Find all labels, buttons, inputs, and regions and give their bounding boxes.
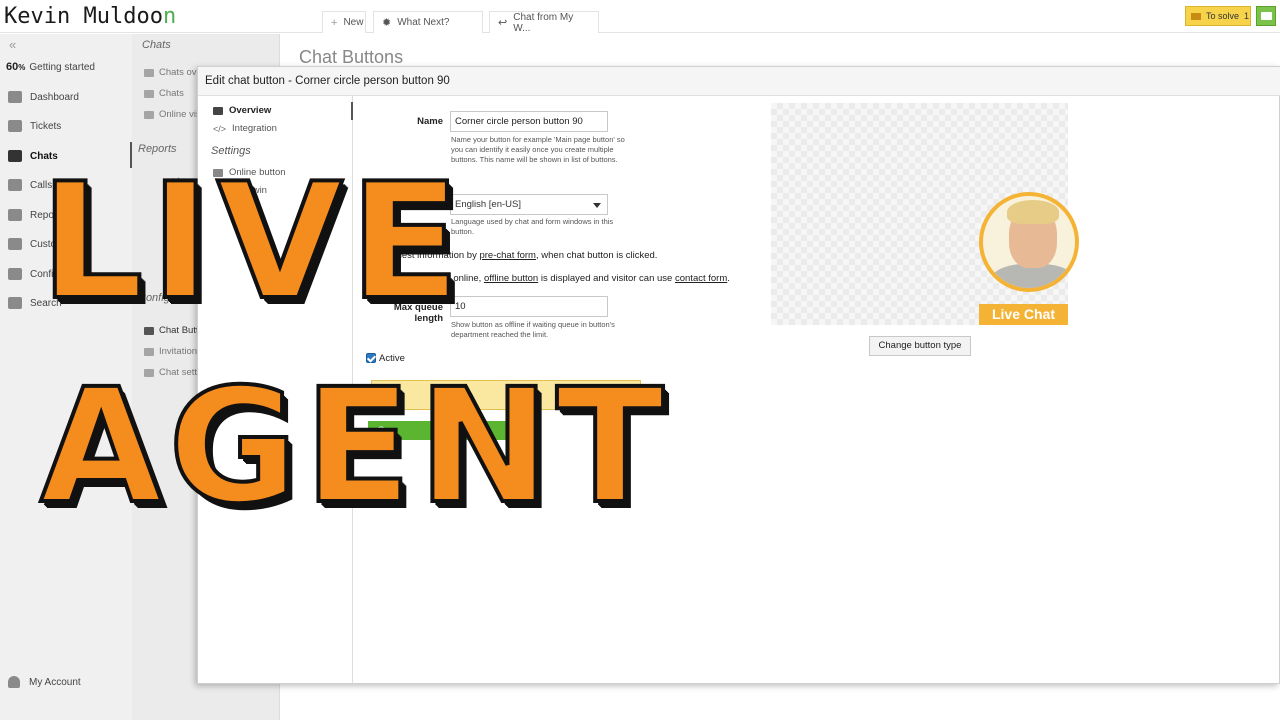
submenu-item-chats[interactable]: Chats <box>144 88 184 99</box>
language-help: Language used by chat and form windows i… <box>451 217 614 236</box>
chevron-down-icon <box>593 203 601 208</box>
chart-icon <box>8 209 22 221</box>
search-icon <box>8 297 22 309</box>
page-title: Chat Buttons <box>299 47 404 67</box>
reply-icon: ↩ <box>498 17 508 29</box>
button-preview: Live Chat <box>771 103 1079 325</box>
prechat-form-link[interactable]: pre-chat form <box>479 250 536 261</box>
top-bar: Kevin Muldoon + New ✹ What Next? ↩ Chat … <box>0 0 1280 34</box>
envelope-icon <box>1191 12 1201 20</box>
chat-icon <box>144 89 154 98</box>
agent-avatar <box>979 192 1079 292</box>
name-label: Name <box>417 116 443 127</box>
live-chat-label: Live Chat <box>979 304 1068 325</box>
sidebar-item-dashboard[interactable]: Dashboard <box>0 86 132 108</box>
tab-chat-from[interactable]: ↩ Chat from My W... <box>489 11 599 34</box>
offline-button-link[interactable]: offline button <box>484 273 538 284</box>
sidebar-item-tickets[interactable]: Tickets <box>0 115 132 137</box>
change-button-type-button[interactable]: Change button type <box>869 336 971 356</box>
modal-nav-active-indicator <box>351 102 353 120</box>
tab-new[interactable]: + New <box>322 11 366 33</box>
my-account-link[interactable]: My Account <box>0 672 132 692</box>
sidebar-item-getting-started[interactable]: 60% Getting started <box>0 56 132 78</box>
chat-icon <box>144 68 154 77</box>
contact-form-link[interactable]: contact form <box>675 273 727 284</box>
queue-input[interactable]: 10 <box>450 296 608 317</box>
chat-icon <box>8 150 22 162</box>
modal-nav-overview[interactable]: Overview <box>213 105 271 116</box>
modal-title: Edit chat button - Corner circle person … <box>198 67 1280 96</box>
submenu-item-chats-overview[interactable]: Chats ov <box>144 67 197 78</box>
envelope-icon <box>8 120 22 132</box>
building-icon <box>8 238 22 250</box>
collapse-icon[interactable]: « <box>9 37 16 52</box>
dashboard-icon <box>8 91 22 103</box>
tab-what-next[interactable]: ✹ What Next? <box>373 11 483 33</box>
gear-icon <box>8 268 22 280</box>
chat-bubble-icon <box>1260 12 1272 20</box>
modal-nav-integration[interactable]: </> Integration <box>213 123 277 134</box>
overlay-title-line2: AGENT <box>38 355 670 539</box>
chat-status-button[interactable] <box>1256 6 1276 26</box>
submenu-item-online-visitors[interactable]: Online vis <box>144 109 201 120</box>
brand-logo: Kevin Muldoon <box>4 4 177 29</box>
to-solve-button[interactable]: To solve 1 <box>1185 6 1251 26</box>
visitor-icon <box>144 110 154 119</box>
phone-icon <box>8 179 22 191</box>
user-icon <box>8 676 20 688</box>
gear-icon: ✹ <box>382 17 392 29</box>
chat-icon <box>213 106 223 115</box>
plus-icon: + <box>331 16 338 29</box>
name-input[interactable]: Corner circle person button 90 <box>450 111 608 132</box>
submenu-chats-title: Chats <box>142 39 171 51</box>
overlay-title-line1: LIVE <box>38 148 467 335</box>
queue-help: Show button as offline if waiting queue … <box>451 320 615 339</box>
language-select[interactable]: English [en-US] <box>450 194 608 215</box>
name-help: Name your button for example 'Main page … <box>451 135 625 164</box>
code-icon: </> <box>213 123 227 134</box>
